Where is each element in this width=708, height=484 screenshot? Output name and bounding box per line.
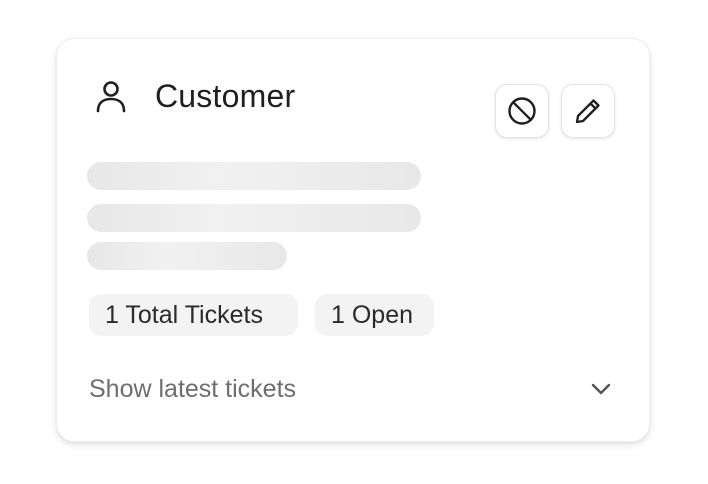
block-icon: [508, 97, 536, 125]
loading-skeleton-line: [87, 204, 421, 232]
edit-customer-button[interactable]: [561, 84, 615, 138]
show-latest-tickets-toggle[interactable]: Show latest tickets: [89, 372, 296, 406]
chevron-down-icon[interactable]: [589, 377, 613, 401]
open-tickets-badge: 1 Open: [315, 294, 434, 336]
card-title: Customer: [155, 78, 296, 114]
loading-skeleton-line: [87, 162, 421, 190]
customer-card: Customer 1 Total Tickets 1 Open Show lat…: [56, 38, 650, 442]
pencil-icon: [575, 99, 600, 124]
loading-skeleton-line: [87, 242, 287, 270]
block-customer-button[interactable]: [495, 84, 549, 138]
person-icon: [96, 81, 126, 113]
total-tickets-badge: 1 Total Tickets: [89, 294, 298, 336]
